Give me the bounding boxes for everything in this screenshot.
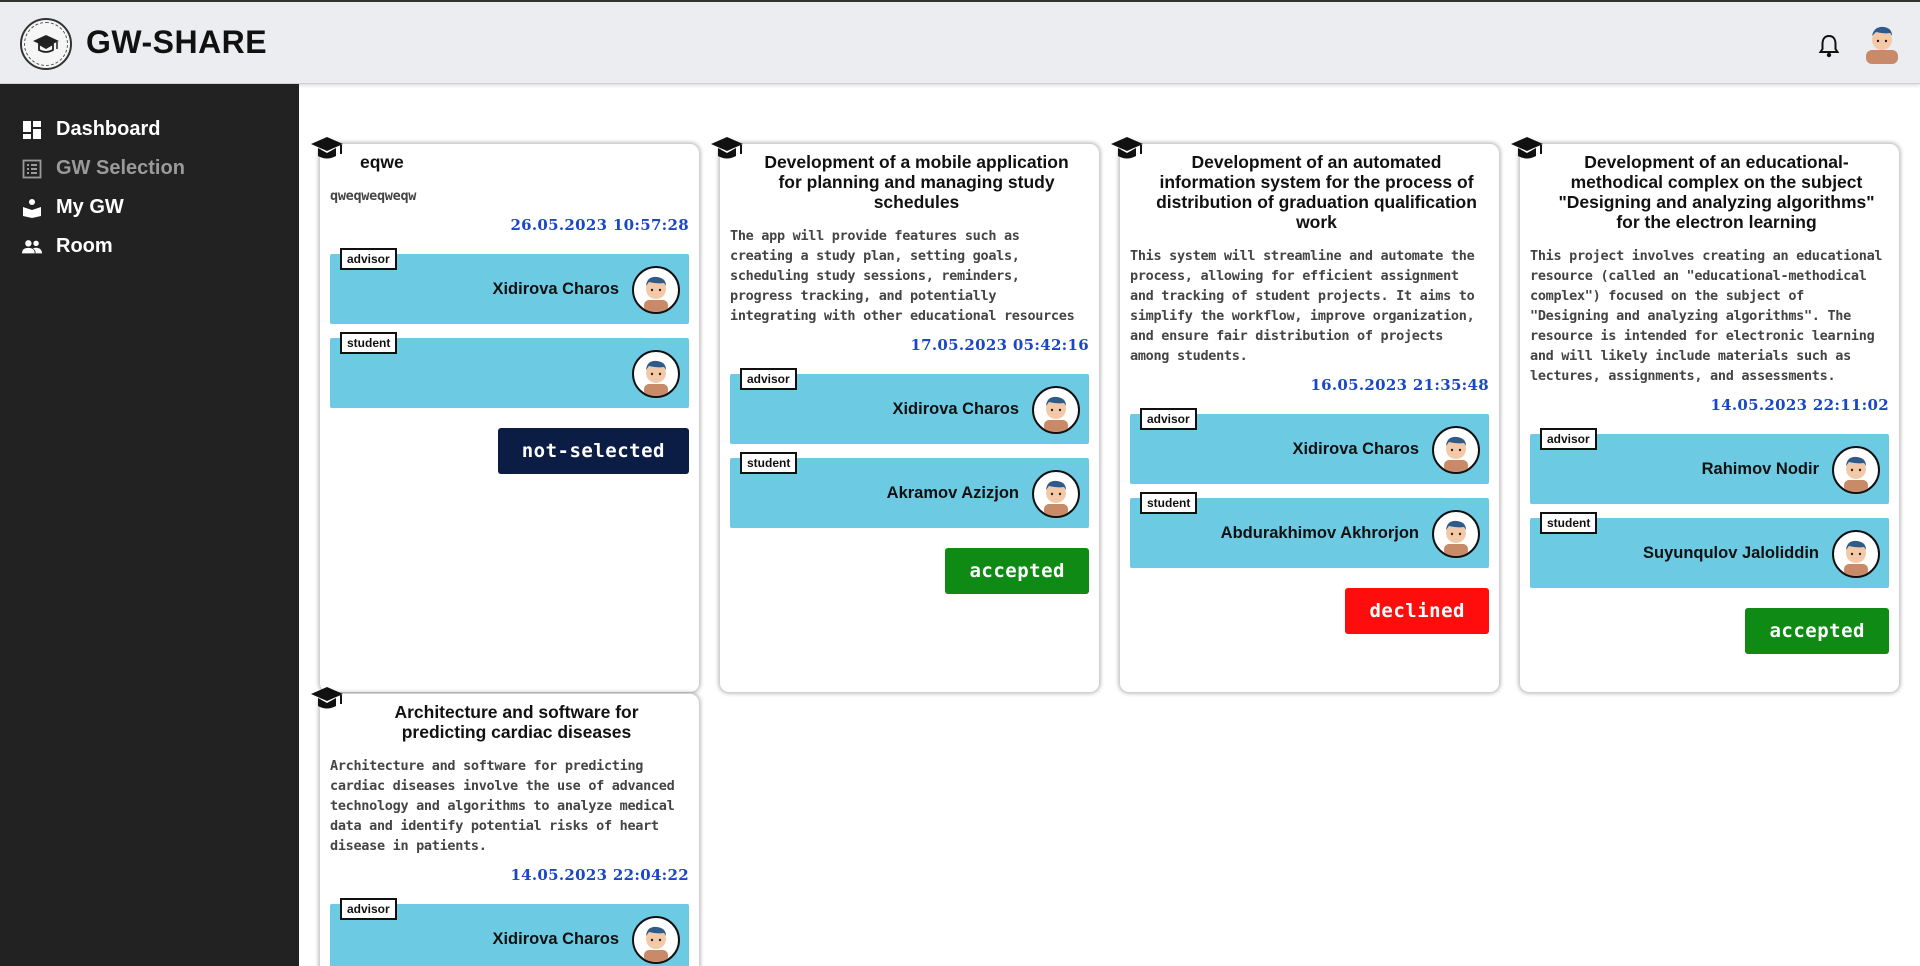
graduation-cap-icon <box>1511 137 1543 159</box>
graduation-cap-icon <box>311 137 343 159</box>
person-name: Suyunqulov Jaloliddin <box>1642 544 1819 562</box>
graduation-cap-icon <box>311 687 343 709</box>
card-title: Development of a mobile application for … <box>764 152 1069 212</box>
avatar <box>1032 386 1080 434</box>
gw-card[interactable]: Development of a mobile application for … <box>711 137 1100 693</box>
sidebar: Dashboard GW Selection My GW Room <box>0 84 299 966</box>
card-description: This project involves creating an educat… <box>1530 248 1883 384</box>
gw-card[interactable]: eqwe qweqweqweqw 26.05.2023 10:57:28 adv… <box>311 137 700 693</box>
sidebar-item-room[interactable]: Room <box>22 235 113 258</box>
card-title: Development of an automated information … <box>1156 152 1477 232</box>
advisor-row[interactable]: advisor Xidirova Charos <box>330 248 689 324</box>
role-badge: advisor <box>340 248 397 270</box>
card-date: 16.05.2023 21:35:48 <box>1310 376 1489 394</box>
card-description: The app will provide features such as cr… <box>730 228 1075 324</box>
sidebar-item-label: GW Selection <box>56 157 185 179</box>
role-badge: advisor <box>1540 428 1597 450</box>
sidebar-item-label: My GW <box>56 196 124 218</box>
advisor-row[interactable]: advisor Xidirova Charos <box>1130 408 1489 484</box>
graduation-cap-icon <box>1111 137 1143 159</box>
advisor-row[interactable]: advisor Xidirova Charos <box>330 898 689 966</box>
role-badge: advisor <box>340 898 397 920</box>
bell-icon[interactable] <box>1818 34 1840 58</box>
advisor-row[interactable]: advisor Xidirova Charos <box>730 368 1089 444</box>
list-icon <box>22 159 42 179</box>
status-badge[interactable]: accepted <box>1745 608 1889 654</box>
status-badge[interactable]: declined <box>1345 588 1489 634</box>
sidebar-item-my-gw[interactable]: My GW <box>22 196 124 219</box>
person-name: Akramov Azizjon <box>886 484 1019 502</box>
main-content: eqwe qweqweqweqw 26.05.2023 10:57:28 adv… <box>299 84 1920 966</box>
card-title: Architecture and software for predicting… <box>394 702 639 742</box>
person-name: Rahimov Nodir <box>1701 460 1819 478</box>
student-row[interactable]: student Abdurakhimov Akhrorjon <box>1130 492 1489 568</box>
avatar <box>632 266 680 314</box>
role-badge: advisor <box>740 368 797 390</box>
avatar <box>1432 426 1480 474</box>
person-name: Xidirova Charos <box>492 280 619 298</box>
avatar <box>1832 446 1880 494</box>
role-badge: student <box>1540 512 1598 534</box>
person-name: Xidirova Charos <box>1292 440 1419 458</box>
card-description: This system will streamline and automate… <box>1130 248 1475 364</box>
avatar <box>1032 470 1080 518</box>
card-description: Architecture and software for predicting… <box>330 758 675 854</box>
student-row[interactable]: student Suyunqulov Jaloliddin <box>1530 512 1889 588</box>
sidebar-item-dashboard[interactable]: Dashboard <box>22 118 160 141</box>
avatar <box>632 916 680 964</box>
person-name: Abdurakhimov Akhrorjon <box>1220 524 1419 542</box>
student-row[interactable]: student Akramov Azizjon <box>730 452 1089 528</box>
app-title: GW-SHARE <box>86 24 268 60</box>
user-avatar[interactable] <box>1862 20 1902 64</box>
card-date: 14.05.2023 22:04:22 <box>510 866 689 884</box>
gw-card[interactable]: Development of an automated information … <box>1111 137 1500 693</box>
card-title: Development of an educational-methodical… <box>1558 152 1875 232</box>
gw-card[interactable]: Development of an educational-methodical… <box>1511 137 1900 693</box>
card-description: qweqweqweqw <box>330 188 417 204</box>
student-row[interactable]: student <box>330 332 689 408</box>
role-badge: student <box>340 332 398 354</box>
avatar <box>632 350 680 398</box>
avatar <box>1832 530 1880 578</box>
people-icon <box>22 237 42 257</box>
gw-card[interactable]: Architecture and software for predicting… <box>311 687 700 966</box>
status-badge[interactable]: not-selected <box>497 428 689 474</box>
top-header: GW-SHARE <box>0 0 1920 84</box>
sidebar-item-label: Room <box>56 235 113 257</box>
graduation-cap-icon <box>711 137 743 159</box>
card-date: 26.05.2023 10:57:28 <box>510 216 689 234</box>
reader-icon <box>22 198 42 218</box>
card-title: eqwe <box>360 152 404 172</box>
card-date: 17.05.2023 05:42:16 <box>910 336 1089 354</box>
status-badge[interactable]: accepted <box>945 548 1089 594</box>
role-badge: advisor <box>1140 408 1197 430</box>
sidebar-item-gw-selection[interactable]: GW Selection <box>22 157 185 180</box>
person-name: Xidirova Charos <box>492 930 619 948</box>
graduation-logo-icon[interactable] <box>20 18 72 70</box>
role-badge: student <box>1140 492 1198 514</box>
avatar <box>1432 510 1480 558</box>
advisor-row[interactable]: advisor Rahimov Nodir <box>1530 428 1889 504</box>
card-date: 14.05.2023 22:11:02 <box>1710 396 1889 414</box>
sidebar-item-label: Dashboard <box>56 118 161 140</box>
role-badge: student <box>740 452 798 474</box>
person-name: Xidirova Charos <box>892 400 1019 418</box>
dashboard-icon <box>22 120 42 140</box>
